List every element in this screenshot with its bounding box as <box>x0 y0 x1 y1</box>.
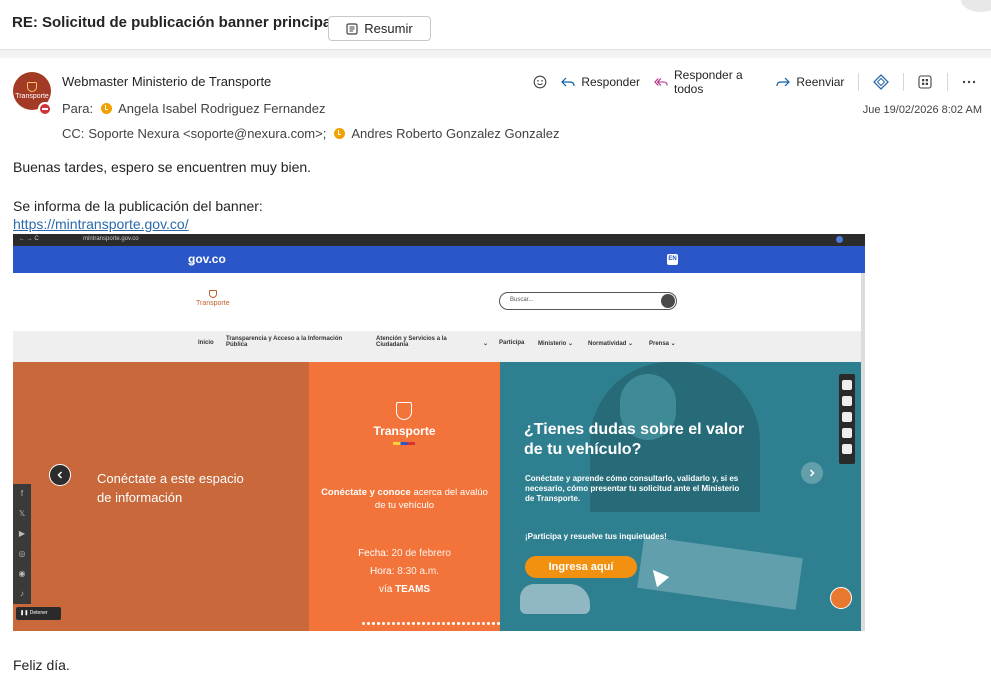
corner-decoration <box>961 0 991 12</box>
pause-icon: ❚❚ <box>20 610 30 616</box>
reply-button[interactable]: Responder <box>561 75 640 89</box>
reply-icon <box>561 77 575 87</box>
divider <box>902 73 904 91</box>
carousel-next-icon <box>801 462 823 484</box>
body-greeting: Buenas tardes, espero se encuentren muy … <box>13 159 312 175</box>
banner-middle-info: Fecha: 20 de febrero Hora: 8:30 a.m. vía… <box>358 548 451 595</box>
divider <box>946 73 948 91</box>
more-icon <box>963 80 976 84</box>
banner-left-text: Conéctate a este espacio de información <box>97 471 244 505</box>
reply-all-button[interactable]: Responder a todos <box>654 68 762 96</box>
browser-toolbar: ← → C mintransporte.gov.co <box>13 234 865 246</box>
subject-bar: RE: Solicitud de publicación banner prin… <box>0 0 991 50</box>
site-header: Transporte Buscar... <box>13 273 865 331</box>
search-icon <box>661 294 675 308</box>
email-subject: RE: Solicitud de publicación banner prin… <box>12 14 336 31</box>
carousel-prev-icon <box>49 464 71 486</box>
summarize-button[interactable]: Resumir <box>328 16 431 41</box>
reply-all-label: Responder a todos <box>673 68 743 96</box>
banner-right-panel: ¿Tienes dudas sobre el valor de tu vehíc… <box>500 362 861 631</box>
summarize-label: Resumir <box>364 21 413 36</box>
banner-right-question: ¿Tienes dudas sobre el valor de tu vehíc… <box>524 421 745 458</box>
busy-status-icon <box>38 102 52 116</box>
stop-carousel-button: ❚❚ Detener <box>16 607 61 620</box>
sign-language-icon <box>830 587 852 609</box>
emoji-reaction-button[interactable] <box>530 72 549 92</box>
tiktok-icon: ♪ <box>20 589 24 598</box>
message-actions: Responder Responder a todos Reenviar <box>530 68 991 96</box>
site-logo: Transporte <box>196 290 230 307</box>
facebook-icon: f <box>20 489 24 498</box>
smiley-icon <box>533 75 547 89</box>
body-closing: Feliz día. <box>13 657 70 673</box>
to-recipient[interactable]: Angela Isabel Rodriguez Fernandez <box>118 101 325 116</box>
cc-recipient-1[interactable]: Soporte Nexura <soporte@nexura.com>; <box>88 126 326 141</box>
apps-button[interactable] <box>915 72 934 92</box>
copilot-button[interactable] <box>871 72 890 92</box>
social-sidebar: f 𝕏 ▶ ◎ ◉ ♪ <box>13 484 31 604</box>
banner-middle-title: Transporte <box>373 424 436 438</box>
site-search: Buscar... <box>499 292 677 310</box>
site-nav: Inicio Transparencia y Acceso a la Infor… <box>13 331 861 362</box>
accessibility-toolbar <box>839 374 855 464</box>
cc-row: CC: Soporte Nexura <soporte@nexura.com>;… <box>62 126 559 141</box>
reply-label: Responder <box>581 75 641 89</box>
forward-label: Reenviar <box>796 75 845 89</box>
divider <box>858 73 860 91</box>
email-message: Transporte Webmaster Ministerio de Trans… <box>0 58 991 681</box>
banner-right-participa: ¡Participa y resuelve tus inquietudes! <box>525 532 667 541</box>
away-status-icon <box>101 103 113 114</box>
reply-all-icon <box>654 78 668 86</box>
language-toggle: EN <box>667 254 678 265</box>
gov-bar: ǥov.co EN <box>13 246 865 273</box>
shield-icon <box>208 290 217 298</box>
forward-icon <box>776 77 791 87</box>
more-options-button[interactable] <box>960 72 979 92</box>
to-row: Para: Angela Isabel Rodriguez Fernandez <box>62 101 326 116</box>
grid-icon <box>918 75 932 89</box>
banner-right-desc: Conéctate y aprende cómo consultarlo, va… <box>525 474 740 503</box>
sender-name[interactable]: Webmaster Ministerio de Transporte <box>62 74 271 89</box>
sent-date: Jue 19/02/2026 8:02 AM <box>862 104 982 116</box>
diamond-icon <box>873 74 889 90</box>
profile-icon <box>836 236 843 243</box>
browser-url: mintransporte.gov.co <box>83 236 139 242</box>
shield-icon <box>396 402 412 420</box>
shield-icon <box>27 82 37 92</box>
gov-logo: ǥov.co <box>188 252 226 266</box>
instagram-icon: ◎ <box>18 549 26 558</box>
flickr-icon: ◉ <box>18 569 26 578</box>
avatar-text: Transporte <box>15 93 49 100</box>
banner-screenshot: ← → C mintransporte.gov.co ǥov.co EN Tra… <box>13 234 865 631</box>
banner-middle-panel: Transporte Conéctate y conoce acerca del… <box>309 362 500 631</box>
cc-recipient-2[interactable]: Andres Roberto Gonzalez Gonzalez <box>351 126 559 141</box>
banner-link[interactable]: https://mintransporte.gov.co/ <box>13 216 189 232</box>
to-label: Para: <box>62 101 94 116</box>
car-illustration <box>520 584 590 614</box>
flag-bar <box>393 442 415 445</box>
body-info: Se informa de la publicación del banner: <box>13 198 263 214</box>
forward-button[interactable]: Reenviar <box>776 75 844 89</box>
youtube-icon: ▶ <box>18 529 26 538</box>
banner-middle-connect: Conéctate y conoce acerca del avalúo de … <box>321 487 488 511</box>
away-status-icon <box>334 128 346 139</box>
carousel-dots <box>362 622 500 628</box>
banner-left-panel: Conéctate a este espacio de información … <box>13 362 309 631</box>
banner-cta: Ingresa aquí <box>525 556 637 578</box>
scrollbar <box>861 273 865 631</box>
cc-label: CC: <box>62 126 85 141</box>
summary-icon <box>346 22 358 35</box>
browser-nav-icons: ← → C <box>19 236 39 242</box>
x-icon: 𝕏 <box>18 509 26 518</box>
